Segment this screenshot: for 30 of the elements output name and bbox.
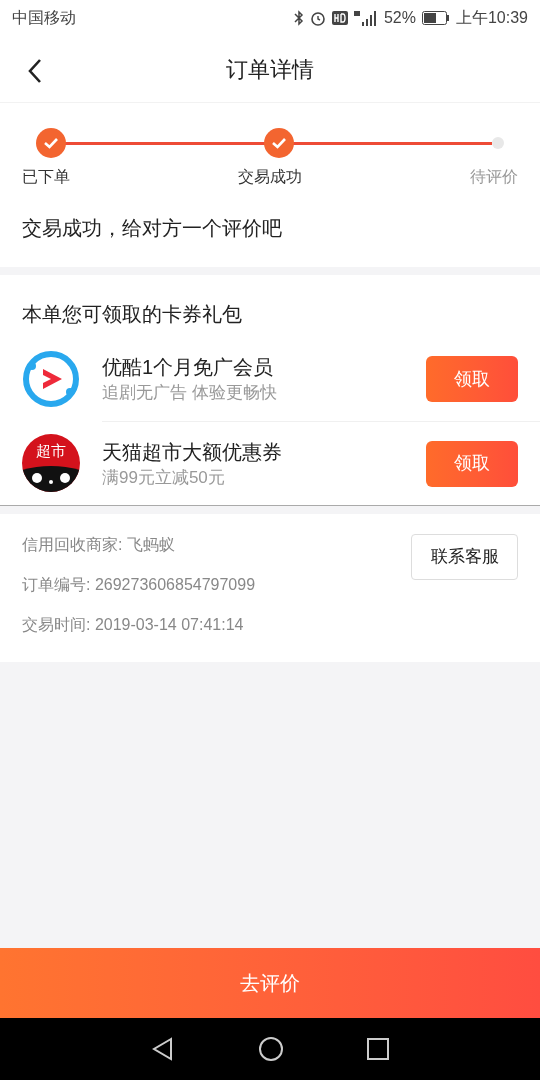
review-button[interactable]: 去评价 — [0, 948, 540, 1018]
page-title: 订单详情 — [226, 55, 314, 84]
bluetooth-icon — [293, 10, 304, 26]
battery-percent: 52% — [383, 8, 416, 28]
coupon-name: 天猫超市大额优惠券 — [102, 439, 282, 465]
order-info-text: 信用回收商家: 飞蚂蚁 — [22, 535, 176, 555]
signal-icon — [353, 10, 378, 26]
battery-icon — [421, 11, 450, 25]
coupons-title: 本单您可领取的卡券礼包 — [22, 303, 242, 325]
claim-button[interactable]: 领取 — [426, 440, 518, 487]
home-nav-icon[interactable] — [258, 1036, 284, 1062]
status-message: 交易成功，给对方一个评价吧 — [22, 217, 282, 239]
recents-nav-icon[interactable] — [366, 1038, 389, 1060]
cat-face-drawing — [22, 466, 80, 492]
coupon-description: 满99元立减50元 — [102, 466, 226, 489]
video-app-logo — [22, 350, 80, 408]
clock-time: 上午10:39 — [455, 8, 528, 28]
alarm-icon — [309, 10, 326, 26]
step-label: 交易成功 — [238, 167, 302, 187]
coupon-description: 追剧无广告 体验更畅快 — [102, 382, 277, 404]
coupon-name: 优酷1个月免广会员 — [102, 355, 275, 380]
claim-button[interactable]: 领取 — [426, 356, 518, 402]
hd-icon — [331, 11, 348, 25]
step-label: 已下单 — [22, 167, 70, 187]
carrier-name: 中国移动 — [12, 8, 76, 28]
order-info-text: 订单编号: 269273606854797099 — [22, 575, 256, 595]
step-label: 待评价 — [470, 167, 518, 187]
order-info-text: 交易时间: 2019-03-14 07:41:14 — [22, 615, 245, 635]
logo-text: 超市 — [36, 443, 66, 458]
contact-service-button[interactable]: 联系客服 — [411, 534, 518, 580]
